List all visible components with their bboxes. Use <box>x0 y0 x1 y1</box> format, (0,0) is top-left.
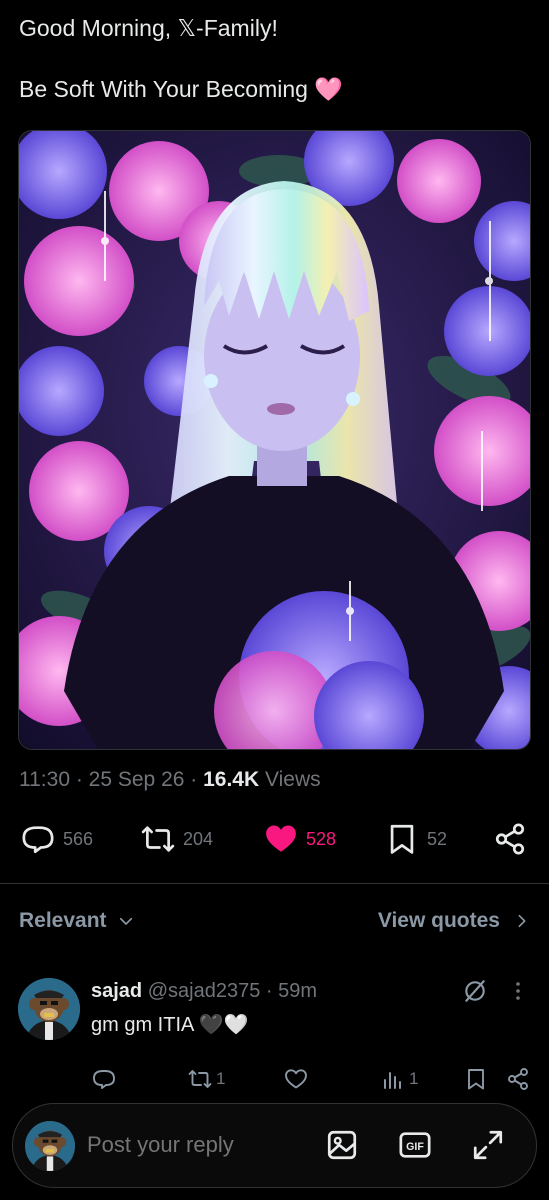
share-icon <box>508 1068 528 1090</box>
more-icon[interactable] <box>506 978 530 1004</box>
reply-composer: GIF <box>12 1103 537 1188</box>
reply-like-button[interactable] <box>284 1067 308 1091</box>
repost-icon <box>188 1070 212 1088</box>
pink-heart-emoji: 🩷 <box>314 76 343 102</box>
tweet-media-image[interactable] <box>18 130 531 750</box>
reply-button[interactable]: 566 <box>21 822 93 856</box>
reply-share-button[interactable] <box>506 1067 530 1091</box>
tweet-action-bar: 566 204 528 52 <box>0 818 549 866</box>
view-quotes-label: View quotes <box>377 909 500 932</box>
ape-avatar-image <box>25 1121 75 1171</box>
svg-text:GIF: GIF <box>406 1141 424 1153</box>
expand-icon[interactable] <box>471 1128 505 1162</box>
views-icon <box>384 1072 401 1089</box>
repost-count: 204 <box>183 828 214 849</box>
reply-repost-button[interactable]: 1 <box>188 1067 225 1091</box>
reply-reply-button[interactable] <box>92 1067 116 1091</box>
meta-separator: · <box>184 768 204 791</box>
like-button[interactable]: 528 <box>264 822 336 856</box>
ape-avatar-image <box>18 978 80 1040</box>
meta-separator: · <box>70 768 89 791</box>
bookmark-button[interactable]: 52 <box>385 822 447 856</box>
bookmark-count: 52 <box>427 828 448 849</box>
like-count: 528 <box>306 828 337 849</box>
meta-separator: · <box>260 980 279 1002</box>
reply-views-count: 1 <box>409 1069 419 1088</box>
tweet-meta: 11:30 · 25 Sep 26 · 16.4K Views <box>19 768 321 792</box>
share-icon <box>495 823 525 855</box>
bookmark-icon <box>390 824 414 854</box>
reply-post[interactable]: sajad @sajad2375 · 59m gm gm ITIA 🖤🤍 1 1 <box>0 975 549 1105</box>
avatar[interactable] <box>18 978 80 1040</box>
image-icon[interactable] <box>325 1128 359 1162</box>
relevant-label: Relevant <box>19 909 107 932</box>
tweet-text: Be Soft With Your Becoming <box>19 76 315 102</box>
share-button[interactable] <box>493 822 527 856</box>
view-quotes-link[interactable]: View quotes <box>378 909 530 933</box>
reply-input[interactable] <box>87 1132 307 1158</box>
heart-icon <box>266 825 296 852</box>
reply-icon <box>93 1070 115 1089</box>
reply-views-button[interactable]: 1 <box>381 1067 418 1091</box>
reply-repost-count: 1 <box>216 1069 226 1088</box>
heart-icon <box>285 1069 307 1089</box>
reply-text: gm gm ITIA 🖤🤍 <box>91 1014 249 1036</box>
reply-author-handle[interactable]: @sajad2375 <box>148 980 261 1002</box>
reply-header: sajad @sajad2375 · 59m <box>91 980 317 1003</box>
tweet-text-line-1: Good Morning, 𝕏-Family! <box>19 15 278 41</box>
views-label: Views <box>259 768 321 791</box>
illustration-girl-hydrangeas <box>19 131 530 749</box>
reply-age: 59m <box>278 980 318 1002</box>
tweet-date: 25 Sep 26 <box>88 768 185 791</box>
repost-button[interactable]: 204 <box>141 822 213 856</box>
tweet-text-line-2: Be Soft With Your Becoming 🩷 <box>19 75 343 103</box>
reply-author-name[interactable]: sajad <box>91 980 142 1002</box>
reply-action-bar: 1 1 <box>0 1067 549 1095</box>
chevron-right-icon <box>518 914 526 928</box>
views-count[interactable]: 16.4K <box>203 768 259 791</box>
gif-icon[interactable]: GIF <box>398 1128 432 1162</box>
bookmark-icon <box>468 1069 484 1090</box>
reply-count: 566 <box>63 828 94 849</box>
reply-sort-bar: Relevant View quotes <box>0 904 549 944</box>
tweet-time: 11:30 <box>19 768 70 791</box>
divider <box>0 883 549 884</box>
reply-icon <box>22 826 54 854</box>
grok-icon[interactable] <box>462 978 488 1004</box>
avatar <box>25 1121 75 1171</box>
reply-bookmark-button[interactable] <box>464 1067 488 1091</box>
repost-icon <box>141 826 175 852</box>
relevant-sort-dropdown[interactable]: Relevant <box>19 909 135 933</box>
chevron-down-icon <box>119 917 132 925</box>
